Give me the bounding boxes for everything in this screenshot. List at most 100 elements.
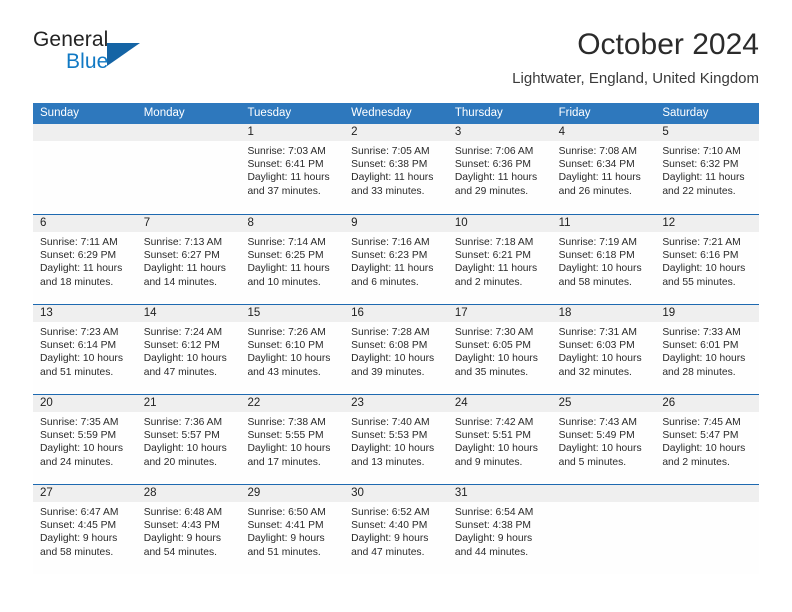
day-details: Sunrise: 7:43 AM Sunset: 5:49 PM Daylight:… bbox=[552, 412, 656, 469]
calendar-page: General Blue October 2024 Lightwater, En… bbox=[0, 0, 792, 612]
daylight-text: Daylight: 10 hours bbox=[143, 353, 227, 365]
calendar-day-cell[interactable]: 15 Sunrise: 7:26 AM Sunset: 6:10 PM Dayligh… bbox=[240, 305, 345, 394]
sunset-text: Sunset: 5:55 PM bbox=[247, 430, 324, 442]
brand-name-blue: Blue bbox=[66, 50, 109, 73]
calendar-day-cell[interactable]: 3 Sunrise: 7:06 AM Sunset: 6:36 PM Daylight… bbox=[447, 124, 552, 214]
daylight-text-cont: and 26 minutes. bbox=[558, 185, 632, 197]
day-number-band: 19 bbox=[655, 305, 760, 322]
calendar-day-cell[interactable]: 19 Sunrise: 7:33 AM Sunset: 6:01 PM Dayligh… bbox=[655, 305, 760, 394]
brand-logo[interactable]: General Blue bbox=[33, 28, 263, 90]
daylight-text-cont: and 47 minutes. bbox=[351, 546, 425, 558]
sunset-text: Sunset: 4:45 PM bbox=[40, 520, 117, 532]
calendar-day-cell[interactable]: 16 Sunrise: 7:28 AM Sunset: 6:08 PM Dayligh… bbox=[344, 305, 448, 394]
calendar-day-cell[interactable]: 22 Sunrise: 7:38 AM Sunset: 5:55 PM Dayligh… bbox=[240, 395, 345, 484]
day-number-band: 17 bbox=[447, 305, 552, 322]
sunset-text: Sunset: 6:16 PM bbox=[662, 250, 739, 262]
sunset-text: Sunset: 6:08 PM bbox=[351, 340, 428, 352]
day-details: Sunrise: 7:14 AM Sunset: 6:25 PM Daylight:… bbox=[240, 232, 344, 289]
day-number-band: 8 bbox=[240, 215, 345, 232]
daylight-text: Daylight: 10 hours bbox=[558, 263, 642, 275]
sunrise-text: Sunrise: 7:43 AM bbox=[558, 417, 638, 428]
day-number: 2 bbox=[351, 126, 358, 138]
day-number-band: 21 bbox=[136, 395, 241, 412]
calendar-day-cell[interactable]: 7 Sunrise: 7:13 AM Sunset: 6:27 PM Daylight… bbox=[136, 215, 241, 304]
page-subtitle: Lightwater, England, United Kingdom bbox=[512, 70, 759, 87]
day-number-band: 23 bbox=[344, 395, 448, 412]
day-number: 24 bbox=[454, 397, 468, 409]
calendar-day-cell[interactable]: 21 Sunrise: 7:36 AM Sunset: 5:57 PM Dayligh… bbox=[136, 395, 241, 484]
calendar-day-cell[interactable]: 27 Sunrise: 6:47 AM Sunset: 4:45 PM Dayligh… bbox=[33, 485, 137, 574]
day-number-band: 5 bbox=[655, 124, 760, 141]
sunrise-text: Sunrise: 7:08 AM bbox=[558, 146, 638, 157]
calendar-day-cell[interactable]: 9 Sunrise: 7:16 AM Sunset: 6:23 PM Daylight… bbox=[344, 215, 448, 304]
calendar-day-cell[interactable]: 1 Sunrise: 7:03 AM Sunset: 6:41 PM Daylight… bbox=[240, 124, 345, 214]
sunrise-text: Sunrise: 7:31 AM bbox=[558, 327, 638, 338]
daylight-text-cont: and 54 minutes. bbox=[143, 546, 217, 558]
sunrise-text: Sunrise: 7:30 AM bbox=[454, 327, 534, 338]
sunrise-text: Sunrise: 7:35 AM bbox=[40, 417, 119, 428]
sunset-text: Sunset: 4:43 PM bbox=[143, 520, 220, 532]
day-details: Sunrise: 7:08 AM Sunset: 6:34 PM Daylight:… bbox=[552, 141, 656, 198]
calendar-day-cell[interactable]: 13 Sunrise: 7:23 AM Sunset: 6:14 PM Dayligh… bbox=[33, 305, 137, 394]
day-details: Sunrise: 7:05 AM Sunset: 6:38 PM Daylight:… bbox=[344, 141, 448, 198]
sunset-text: Sunset: 5:57 PM bbox=[143, 430, 220, 442]
day-details: Sunrise: 6:54 AM Sunset: 4:38 PM Daylight:… bbox=[448, 502, 552, 559]
daylight-text-cont: and 37 minutes. bbox=[247, 185, 321, 197]
day-number-band: 18 bbox=[551, 305, 656, 322]
sunset-text: Sunset: 6:36 PM bbox=[454, 159, 532, 171]
weekday-header-thursday: Thursday bbox=[454, 107, 503, 119]
calendar-day-cell[interactable]: 6 Sunrise: 7:11 AM Sunset: 6:29 PM Daylight… bbox=[33, 215, 137, 304]
calendar-day-cell[interactable]: 25 Sunrise: 7:43 AM Sunset: 5:49 PM Dayligh… bbox=[551, 395, 656, 484]
weekday-header-wednesday: Wednesday bbox=[351, 107, 412, 119]
daylight-text-cont: and 13 minutes. bbox=[351, 456, 425, 468]
daylight-text-cont: and 18 minutes. bbox=[40, 276, 114, 288]
daylight-text-cont: and 51 minutes. bbox=[247, 546, 321, 558]
calendar-week-row: 6 Sunrise: 7:11 AM Sunset: 6:29 PM Daylight… bbox=[33, 214, 760, 304]
sunset-text: Sunset: 6:27 PM bbox=[143, 250, 220, 262]
day-number: 21 bbox=[143, 397, 157, 409]
calendar-day-cell[interactable]: 17 Sunrise: 7:30 AM Sunset: 6:05 PM Dayligh… bbox=[447, 305, 552, 394]
sunrise-text: Sunrise: 6:54 AM bbox=[454, 507, 534, 518]
weekday-header-friday: Friday bbox=[558, 107, 591, 119]
sunset-text: Sunset: 6:01 PM bbox=[662, 340, 739, 352]
calendar-day-cell[interactable]: 18 Sunrise: 7:31 AM Sunset: 6:03 PM Dayligh… bbox=[551, 305, 656, 394]
day-number-band: 15 bbox=[240, 305, 345, 322]
daylight-text-cont: and 2 minutes. bbox=[662, 456, 730, 468]
calendar-day-cell[interactable]: 5 Sunrise: 7:10 AM Sunset: 6:32 PM Daylight… bbox=[655, 124, 760, 214]
day-number-band bbox=[655, 485, 760, 502]
calendar-day-cell[interactable]: 2 Sunrise: 7:05 AM Sunset: 6:38 PM Daylight… bbox=[344, 124, 448, 214]
daylight-text-cont: and 10 minutes. bbox=[247, 276, 321, 288]
sunset-text: Sunset: 6:34 PM bbox=[558, 159, 635, 171]
calendar-week-row: 13 Sunrise: 7:23 AM Sunset: 6:14 PM Dayligh… bbox=[33, 304, 760, 394]
calendar-week-row: 20 Sunrise: 7:35 AM Sunset: 5:59 PM Dayligh… bbox=[33, 394, 760, 484]
sunset-text: Sunset: 6:23 PM bbox=[351, 250, 428, 262]
calendar-day-cell[interactable]: 23 Sunrise: 7:40 AM Sunset: 5:53 PM Dayligh… bbox=[344, 395, 448, 484]
calendar-day-cell[interactable]: 4 Sunrise: 7:08 AM Sunset: 6:34 PM Daylight… bbox=[551, 124, 656, 214]
daylight-text-cont: and 33 minutes. bbox=[351, 185, 425, 197]
daylight-text: Daylight: 11 hours bbox=[40, 263, 123, 275]
calendar-day-cell[interactable]: 26 Sunrise: 7:45 AM Sunset: 5:47 PM Dayligh… bbox=[655, 395, 760, 484]
calendar-day-cell[interactable]: 14 Sunrise: 7:24 AM Sunset: 6:12 PM Dayligh… bbox=[136, 305, 241, 394]
calendar-day-cell[interactable]: 11 Sunrise: 7:19 AM Sunset: 6:18 PM Dayligh… bbox=[551, 215, 656, 304]
calendar-day-cell[interactable]: 8 Sunrise: 7:14 AM Sunset: 6:25 PM Daylight… bbox=[240, 215, 345, 304]
calendar-day-cell[interactable]: 31 Sunrise: 6:54 AM Sunset: 4:38 PM Dayligh… bbox=[447, 485, 552, 574]
sunset-text: Sunset: 5:53 PM bbox=[351, 430, 428, 442]
day-number: 1 bbox=[247, 126, 254, 138]
calendar-day-cell[interactable]: 10 Sunrise: 7:18 AM Sunset: 6:21 PM Dayligh… bbox=[447, 215, 552, 304]
daylight-text: Daylight: 10 hours bbox=[558, 353, 642, 365]
day-details: Sunrise: 7:23 AM Sunset: 6:14 PM Daylight:… bbox=[33, 322, 137, 379]
calendar-day-cell[interactable]: 28 Sunrise: 6:48 AM Sunset: 4:43 PM Dayligh… bbox=[136, 485, 241, 574]
calendar-day-cell[interactable]: 30 Sunrise: 6:52 AM Sunset: 4:40 PM Dayligh… bbox=[344, 485, 448, 574]
sunset-text: Sunset: 6:03 PM bbox=[558, 340, 635, 352]
daylight-text: Daylight: 11 hours bbox=[143, 263, 226, 275]
day-details: Sunrise: 6:47 AM Sunset: 4:45 PM Daylight:… bbox=[33, 502, 137, 559]
calendar-day-cell[interactable]: 20 Sunrise: 7:35 AM Sunset: 5:59 PM Dayligh… bbox=[33, 395, 137, 484]
day-number-band: 3 bbox=[447, 124, 552, 141]
day-details: Sunrise: 7:11 AM Sunset: 6:29 PM Daylight:… bbox=[33, 232, 137, 289]
calendar-day-cell[interactable]: 29 Sunrise: 6:50 AM Sunset: 4:41 PM Dayligh… bbox=[240, 485, 345, 574]
calendar-day-cell[interactable]: 24 Sunrise: 7:42 AM Sunset: 5:51 PM Dayligh… bbox=[447, 395, 552, 484]
day-number: 28 bbox=[143, 487, 157, 499]
sunset-text: Sunset: 6:38 PM bbox=[351, 159, 428, 171]
calendar-day-cell[interactable]: 12 Sunrise: 7:21 AM Sunset: 6:16 PM Dayligh… bbox=[655, 215, 760, 304]
day-number: 12 bbox=[662, 217, 676, 229]
